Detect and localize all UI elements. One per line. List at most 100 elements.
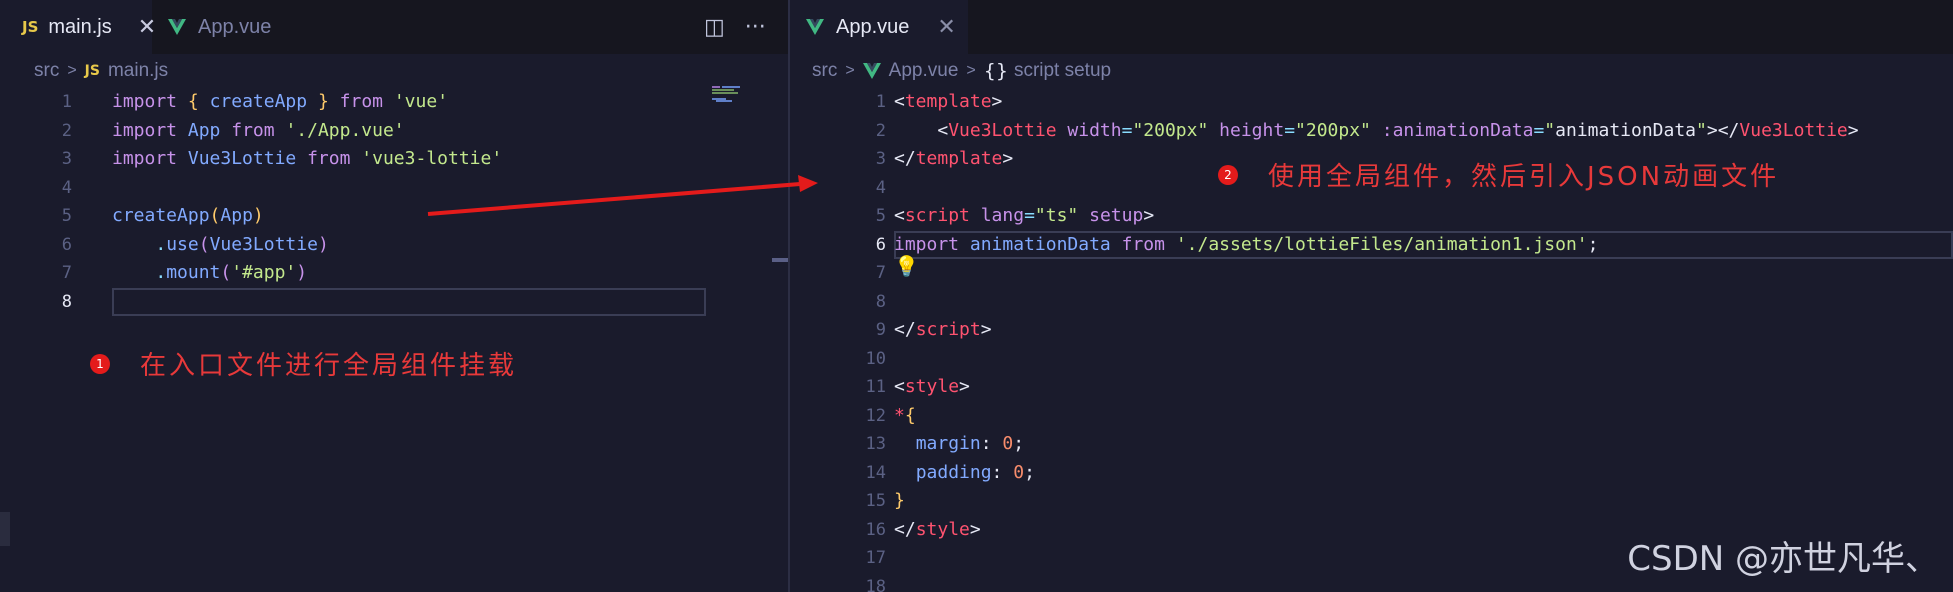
code-line[interactable]: 5 <script lang="ts" setup> — [790, 202, 1953, 230]
code-text: </template> — [894, 145, 1013, 173]
code-line[interactable]: 14 padding: 0; — [790, 459, 1953, 487]
code-text: <template> — [894, 88, 1002, 116]
line-number: 1 — [61, 92, 72, 112]
sash[interactable] — [0, 512, 10, 546]
line-number: 3 — [61, 149, 72, 169]
breadcrumb: src > App.vue > {} script setup — [790, 54, 1953, 88]
code-token: import — [112, 91, 178, 112]
code-token: ( — [209, 205, 221, 226]
code-token: } — [317, 91, 329, 112]
breadcrumb-folder[interactable]: src — [812, 60, 837, 82]
code-line[interactable]: 15} — [790, 487, 1953, 515]
code-token: width — [1067, 119, 1122, 141]
lightbulb-icon[interactable]: 💡 — [894, 254, 919, 278]
breadcrumb-file[interactable]: App.vue — [889, 60, 959, 82]
code-line[interactable]: 4 — [0, 174, 788, 202]
code-token: script — [915, 319, 981, 340]
scrollbar-thumb[interactable] — [772, 258, 788, 262]
code-line[interactable]: 7 .mount('#app') — [0, 259, 788, 287]
right-editor-pane: App.vue ✕ src > App.vue > {} script setu… — [790, 0, 1953, 592]
code-line[interactable]: 2 <Vue3Lottie width="200px" height="200p… — [790, 117, 1953, 145]
code-line[interactable]: 8 — [0, 287, 788, 316]
code-token: animationData — [969, 233, 1111, 255]
code-token: * — [894, 404, 905, 426]
annotation-2: 2 使用全局组件，然后引入JSON动画文件 — [1218, 156, 1779, 193]
code-text: </style> — [894, 516, 981, 544]
annotation-1: 1 在入口文件进行全局组件挂载 — [90, 345, 517, 382]
line-number: 4 — [875, 177, 886, 198]
code-token: > — [1002, 148, 1014, 169]
code-line[interactable]: 3 import Vue3Lottie from 'vue3-lottie' — [0, 145, 788, 173]
annotation-text: 在入口文件进行全局组件挂载 — [140, 351, 518, 381]
code-line[interactable]: 11 <style> — [790, 373, 1953, 401]
tab-label: main.js — [48, 15, 112, 38]
close-icon[interactable]: ✕ — [138, 15, 156, 40]
breadcrumb-file[interactable]: main.js — [108, 60, 168, 82]
code-line[interactable]: 7 — [790, 259, 1953, 287]
code-token: > — [1143, 205, 1155, 226]
js-file-icon: JS — [84, 63, 100, 79]
more-actions-icon[interactable]: ··· — [745, 15, 766, 40]
code-token: from — [307, 148, 351, 169]
code-line[interactable]: 12 *{ — [790, 402, 1953, 430]
line-number: 9 — [875, 320, 886, 340]
code-token: margin — [915, 433, 981, 454]
code-token: height — [1219, 119, 1285, 141]
line-number: 17 — [865, 548, 886, 568]
line-number: 8 — [875, 291, 886, 312]
tab-app-vue[interactable]: App.vue — [168, 0, 338, 54]
code-token: ( — [220, 262, 232, 283]
code-token: </ — [894, 148, 916, 169]
line-number: 5 — [875, 206, 886, 226]
line-number: 18 — [865, 576, 886, 592]
code-line[interactable]: 6 .use(Vue3Lottie) — [0, 231, 788, 259]
code-line[interactable]: 13 margin: 0; — [790, 430, 1953, 458]
code-token: use — [166, 233, 199, 255]
code-line[interactable]: 2 import App from './App.vue' — [0, 117, 788, 145]
split-editor-icon[interactable]: ◫ — [704, 15, 725, 40]
code-token: ) — [252, 205, 264, 226]
code-text: import { createApp } from 'vue' — [112, 88, 448, 116]
code-token: Vue3Lottie — [187, 148, 297, 169]
code-token: import — [112, 148, 178, 169]
code-token: style — [915, 518, 970, 540]
tab-main-js[interactable]: JS main.js ✕ — [0, 0, 156, 54]
code-line[interactable]: 9 </script> — [790, 316, 1953, 344]
line-number: 10 — [865, 348, 886, 369]
code-line[interactable]: 1 <template> — [790, 88, 1953, 116]
code-token: Vue3Lottie — [948, 119, 1057, 141]
code-token: : — [980, 433, 1003, 454]
code-line[interactable]: 10 — [790, 345, 1953, 373]
code-token: < — [894, 91, 905, 112]
breadcrumb-section[interactable]: script setup — [1014, 60, 1111, 82]
code-line[interactable]: 8 — [790, 288, 1953, 316]
close-icon[interactable]: ✕ — [937, 15, 955, 40]
code-token: App — [220, 205, 253, 226]
code-line[interactable]: 6 import animationData from './assets/lot… — [790, 230, 1953, 259]
code-token: } — [894, 490, 905, 511]
js-file-icon: JS — [22, 18, 39, 36]
code-token: template — [915, 148, 1003, 169]
code-token: > — [969, 518, 981, 540]
breadcrumb-folder[interactable]: src — [34, 60, 59, 82]
code-token: = — [1121, 119, 1133, 141]
tab-label: App.vue — [198, 15, 272, 38]
code-line[interactable]: 1 import { createApp } from 'vue' — [0, 88, 788, 116]
minimap[interactable] — [712, 86, 748, 102]
code-editor[interactable]: 1 import { createApp } from 'vue' 2 import … — [0, 88, 788, 592]
code-token: = — [1533, 119, 1545, 141]
tab-app-vue[interactable]: App.vue ✕ — [790, 0, 968, 54]
code-line[interactable]: 5 createApp(App) — [0, 202, 788, 230]
